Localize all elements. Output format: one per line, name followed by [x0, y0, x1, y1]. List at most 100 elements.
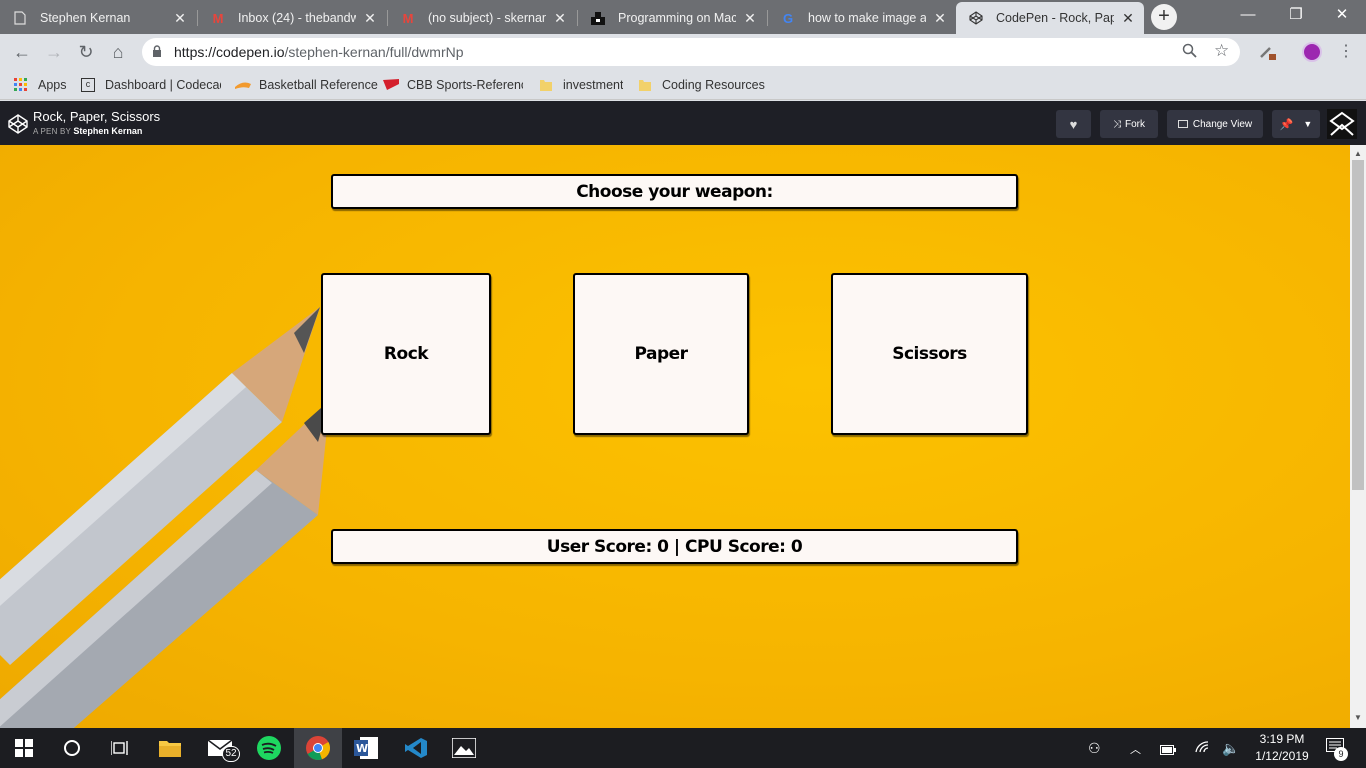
- scroll-up-icon[interactable]: ▲: [1354, 149, 1362, 158]
- file-explorer-icon[interactable]: [146, 728, 194, 768]
- address-bar[interactable]: https://codepen.io/stephen-kernan/full/d…: [142, 38, 1240, 66]
- menu-kebab-icon[interactable]: ⋮: [1336, 40, 1356, 64]
- close-tab-icon[interactable]: ✕: [362, 10, 378, 27]
- heart-button[interactable]: ♥: [1056, 110, 1091, 138]
- battery-icon[interactable]: [1160, 742, 1176, 758]
- change-view-button[interactable]: Change View: [1167, 110, 1263, 138]
- gmail-icon: M: [402, 10, 414, 26]
- bookmark-basketball-reference[interactable]: Basketball Reference: [235, 76, 378, 94]
- paper-button[interactable]: Paper: [573, 273, 749, 435]
- page-icon: [12, 10, 28, 26]
- scroll-down-icon[interactable]: ▼: [1354, 713, 1362, 722]
- tab-inbox[interactable]: M Inbox (24) - thebandwa ✕: [198, 2, 386, 34]
- scrollbar-thumb[interactable]: [1352, 160, 1364, 490]
- new-tab-button[interactable]: +: [1151, 4, 1177, 30]
- close-tab-icon[interactable]: ✕: [1120, 10, 1136, 27]
- pen-title: Rock, Paper, Scissors: [33, 109, 161, 124]
- fork-button[interactable]: ⤨ Fork: [1100, 110, 1158, 138]
- task-view-icon[interactable]: [96, 728, 144, 768]
- codepen-icon: [968, 10, 984, 26]
- fork-icon: ⤨: [1113, 118, 1121, 130]
- bookmark-cbb[interactable]: CBB Sports-Reference: [383, 76, 523, 94]
- codepen-logo-icon[interactable]: [8, 114, 28, 134]
- basketball-icon: [235, 78, 251, 92]
- clock-time: 3:19 PM: [1259, 732, 1305, 746]
- vscode-icon[interactable]: [392, 728, 440, 768]
- close-tab-icon[interactable]: ✕: [932, 10, 948, 27]
- tab-title: CodePen - Rock, Paper,: [996, 11, 1114, 25]
- profile-avatar[interactable]: [1302, 42, 1322, 62]
- tab-codepen[interactable]: CodePen - Rock, Paper, ✕: [956, 2, 1144, 34]
- tab-programming[interactable]: Programming on Macb ✕: [578, 2, 766, 34]
- codepen-header: Rock, Paper, Scissors A PEN BY Stephen K…: [0, 101, 1366, 145]
- mail-badge: 52: [222, 746, 240, 762]
- home-icon[interactable]: ⌂: [106, 41, 130, 63]
- tab-title: Stephen Kernan: [40, 11, 131, 25]
- forward-icon[interactable]: →: [42, 41, 66, 63]
- lock-icon: [152, 44, 164, 60]
- close-tab-icon[interactable]: ✕: [172, 10, 188, 27]
- reload-icon[interactable]: ↻: [74, 41, 98, 63]
- notifications-badge: 9: [1334, 747, 1348, 761]
- close-tab-icon[interactable]: ✕: [742, 10, 758, 27]
- close-tab-icon[interactable]: ✕: [552, 10, 568, 27]
- windows-taskbar: 52 W ⚇ ︿ 🔈 3:19 PM 1/12/2019 9: [0, 728, 1366, 768]
- url-path: /stephen-kernan/full/dwmrNp: [284, 44, 464, 60]
- bookmark-label: Basketball Reference: [259, 78, 378, 92]
- scissors-button[interactable]: Scissors: [831, 273, 1028, 435]
- folder-icon: [638, 78, 652, 92]
- notifications-icon[interactable]: 9: [1326, 738, 1348, 761]
- mail-icon[interactable]: 52: [196, 728, 244, 768]
- apps-grid-icon: [14, 78, 28, 92]
- codecademy-icon: c: [81, 78, 95, 92]
- fork-label: Fork: [1125, 118, 1145, 130]
- word-icon[interactable]: W: [342, 728, 390, 768]
- bookmark-label: Coding Resources: [662, 78, 765, 92]
- close-window-icon[interactable]: ✕: [1322, 4, 1362, 28]
- gmail-icon: M: [212, 10, 224, 26]
- tab-no-subject[interactable]: M (no subject) - skernan@ ✕: [388, 2, 576, 34]
- volume-icon[interactable]: 🔈: [1222, 740, 1239, 757]
- change-view-label: Change View: [1192, 118, 1253, 130]
- back-icon[interactable]: ←: [10, 41, 34, 63]
- pen-author-name[interactable]: Stephen Kernan: [73, 126, 142, 136]
- url-host: https://codepen.io: [174, 44, 285, 60]
- pencils-image: [0, 307, 330, 728]
- system-clock[interactable]: 3:19 PM 1/12/2019: [1250, 731, 1314, 765]
- bookmark-codecademy[interactable]: c Dashboard | Codecad: [81, 76, 221, 94]
- chevron-down-icon: ▼: [1303, 119, 1313, 129]
- wifi-icon[interactable]: [1194, 740, 1210, 757]
- layout-icon: [1177, 120, 1188, 128]
- bookmark-apps[interactable]: Apps: [14, 76, 67, 94]
- clock-date: 1/12/2019: [1255, 749, 1309, 763]
- tab-title: how to make image a c: [808, 11, 926, 25]
- bookmark-investment[interactable]: investment: [539, 76, 623, 94]
- google-icon: G: [782, 10, 794, 26]
- bookmark-coding-resources[interactable]: Coding Resources: [638, 76, 765, 94]
- chrome-icon[interactable]: [294, 728, 342, 768]
- chevron-up-icon[interactable]: ︿: [1130, 741, 1141, 757]
- photos-icon[interactable]: [440, 728, 488, 768]
- pin-icon: 📌: [1279, 118, 1294, 131]
- cortana-search-icon[interactable]: [48, 728, 96, 768]
- tab-title: Inbox (24) - thebandwa: [238, 11, 356, 25]
- pen-by-prefix: A PEN BY: [33, 127, 71, 136]
- score-banner: User Score: 0 | CPU Score: 0: [331, 529, 1018, 564]
- zoom-icon[interactable]: [1182, 43, 1197, 62]
- pin-button[interactable]: 📌 ▼: [1272, 110, 1320, 138]
- bookmark-label: investment: [563, 78, 624, 92]
- people-icon[interactable]: ⚇: [1088, 740, 1101, 757]
- tab-stephen-kernan[interactable]: Stephen Kernan ✕: [0, 2, 196, 34]
- start-windows-icon[interactable]: [0, 728, 48, 768]
- maximize-icon[interactable]: ❐: [1276, 4, 1316, 28]
- user-avatar[interactable]: [1327, 109, 1357, 139]
- minimize-icon[interactable]: —: [1228, 4, 1268, 28]
- tab-google-search[interactable]: G how to make image a c ✕: [768, 2, 956, 34]
- bookmark-label: Apps: [38, 78, 67, 92]
- rock-button[interactable]: Rock: [321, 273, 491, 435]
- url-text: https://codepen.io/stephen-kernan/full/d…: [174, 44, 464, 60]
- extension-icon[interactable]: [1258, 42, 1278, 62]
- spotify-icon[interactable]: [245, 728, 293, 768]
- prompt-banner: Choose your weapon:: [331, 174, 1018, 209]
- bookmark-star-icon[interactable]: ☆: [1214, 41, 1229, 61]
